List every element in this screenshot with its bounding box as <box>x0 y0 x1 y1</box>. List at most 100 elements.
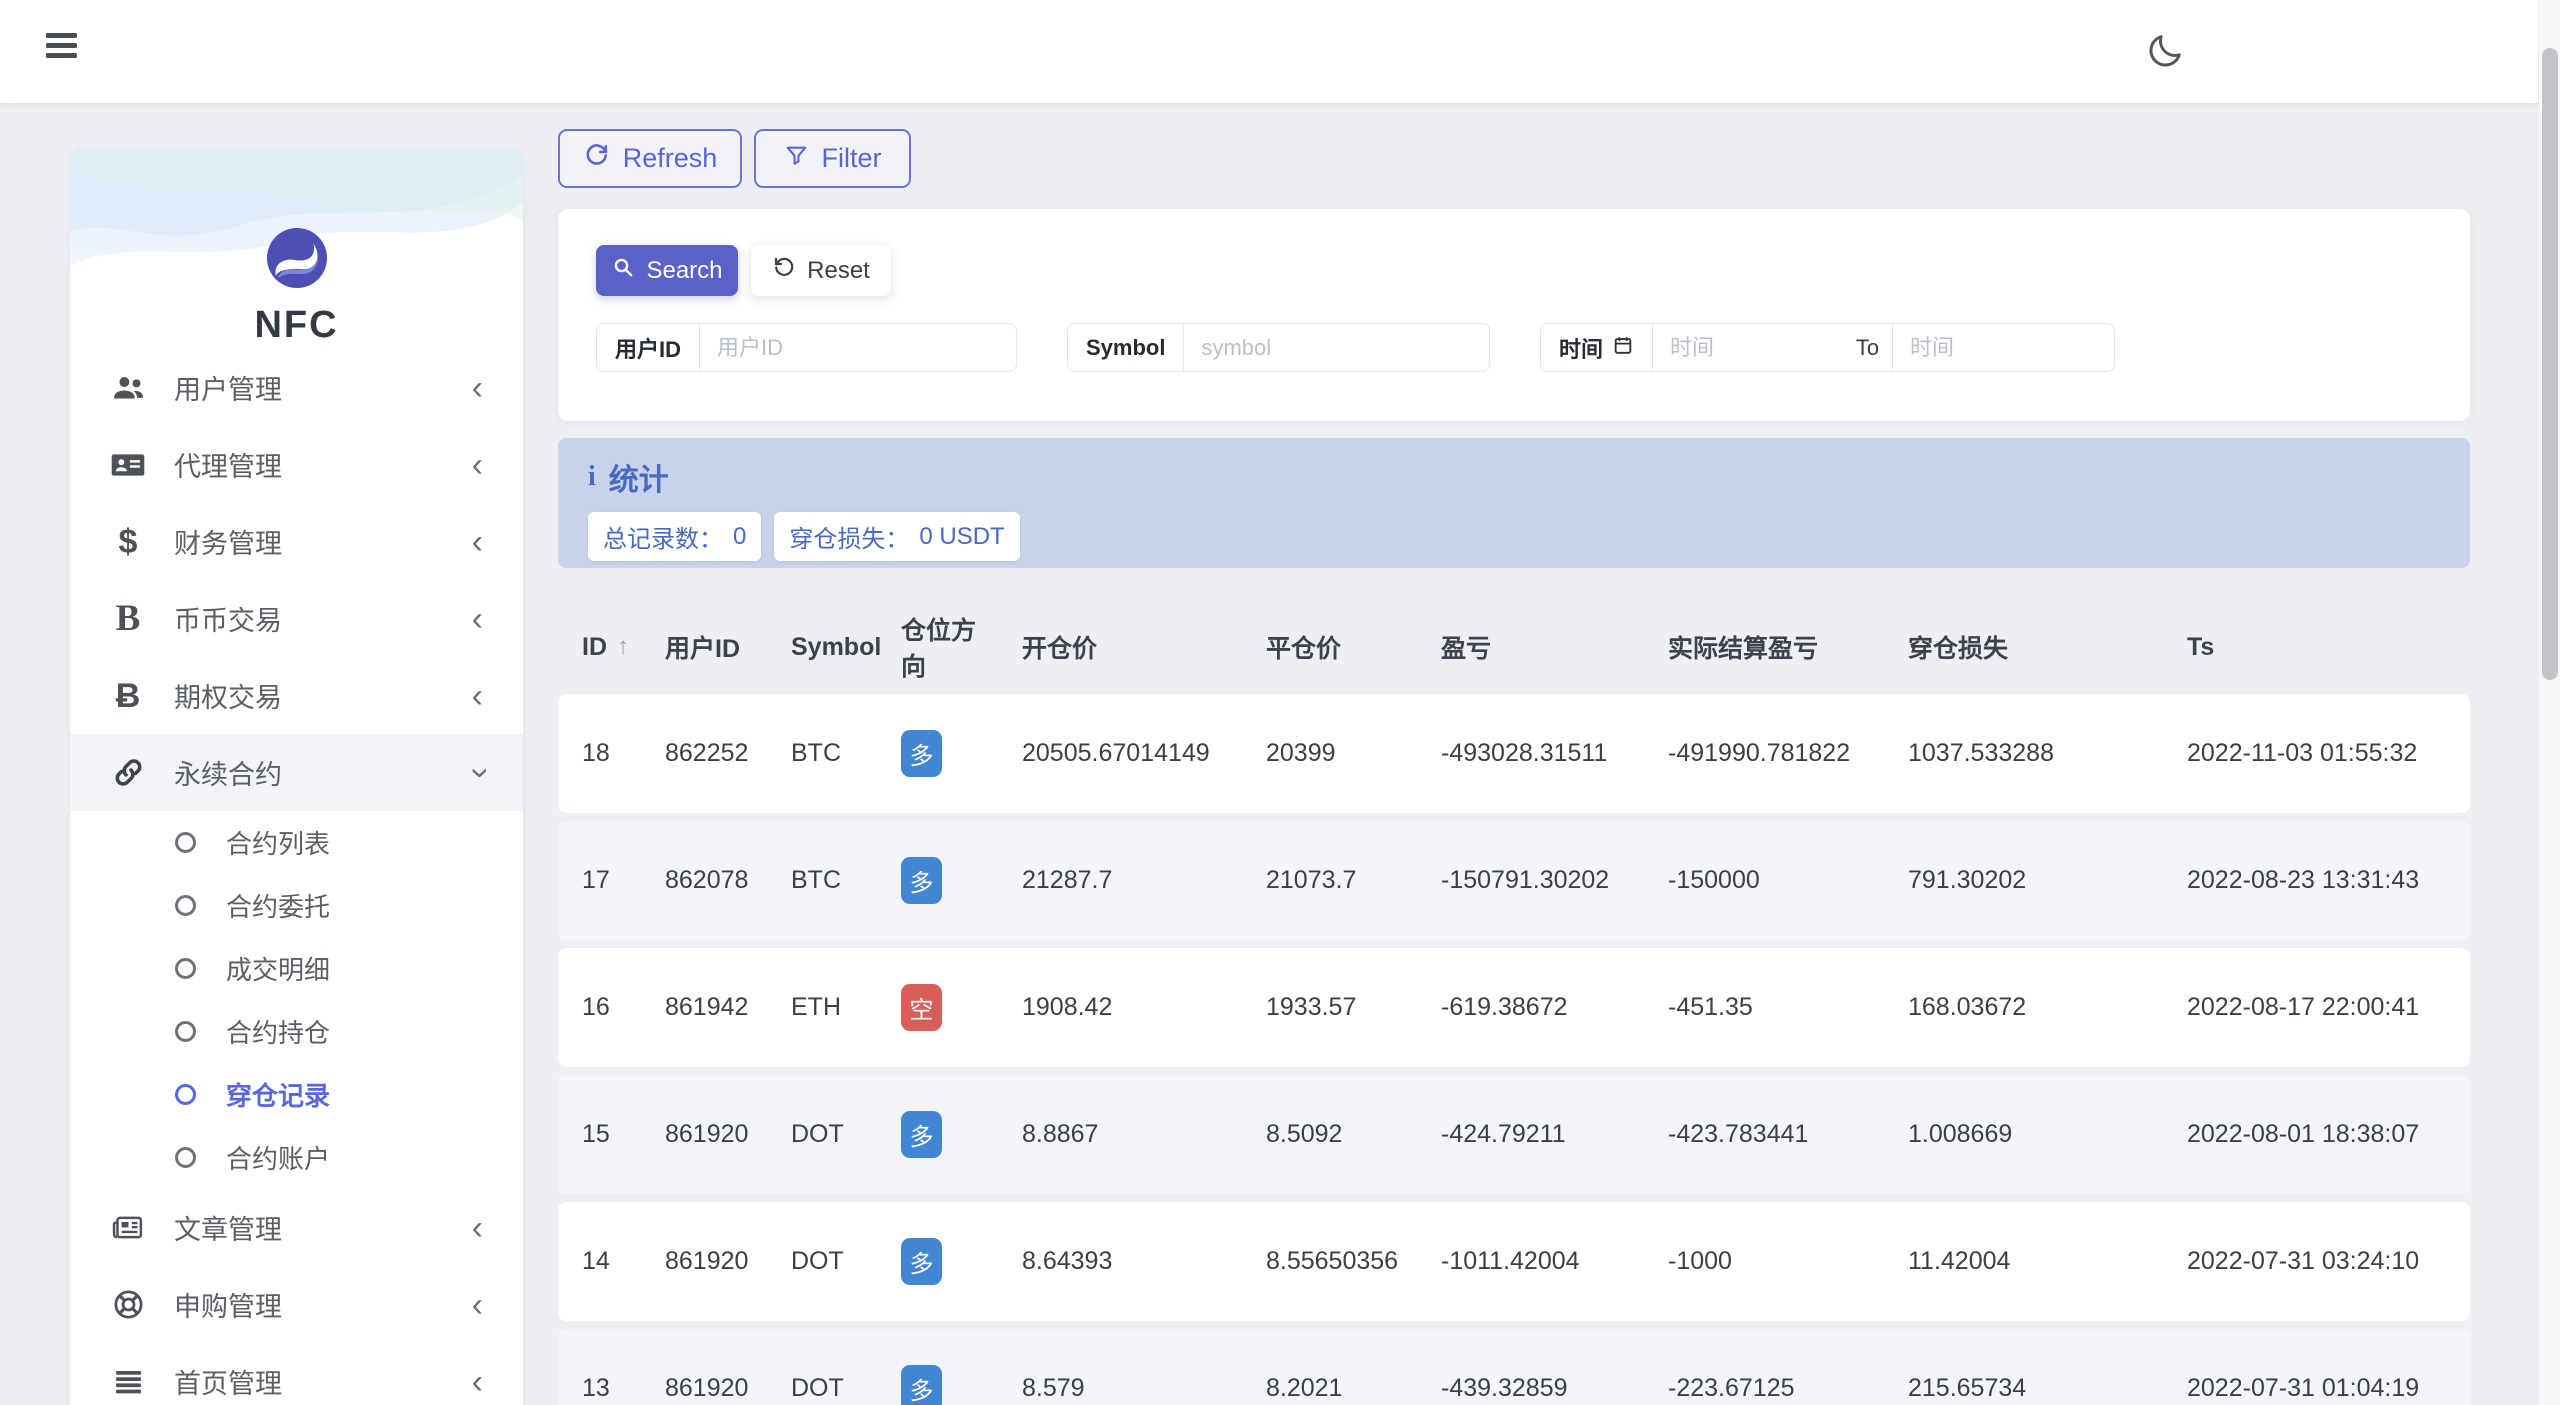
cell-timestamp: 2022-08-01 18:38:07 <box>2187 1120 2420 1148</box>
calendar-icon <box>1612 334 1634 362</box>
cell-timestamp: 2022-07-31 03:24:10 <box>2187 1247 2420 1275</box>
symbol-input[interactable] <box>1184 324 1489 371</box>
cell-symbol: BTC <box>791 866 841 894</box>
column-header[interactable]: 平仓价 ↑ <box>1266 629 1441 665</box>
time-from-input[interactable] <box>1653 324 1844 371</box>
cell-id: 18 <box>582 739 610 767</box>
sidebar-menu-item[interactable]: 永续合约 ‹ <box>70 734 523 811</box>
submenu-circle-icon <box>175 1021 196 1042</box>
sidebar-menu-item[interactable]: Ƀ 期权交易 ‹ <box>70 657 523 734</box>
user-id-input[interactable] <box>700 324 1016 371</box>
column-header-label: Symbol <box>791 632 882 661</box>
direction-badge: 多 <box>901 1111 942 1158</box>
chevron-icon: ‹ <box>471 1285 483 1324</box>
time-range-separator: To <box>1843 324 1894 371</box>
cell-direction: 空 <box>901 984 1022 1031</box>
column-header[interactable]: Ts ↑ <box>2187 633 2470 662</box>
submenu-circle-icon <box>175 1147 196 1168</box>
search-button[interactable]: Search <box>596 245 738 296</box>
sidebar-menu-item[interactable]: 穿仓记录 ‹ <box>70 1063 523 1126</box>
cell-close-price: 8.2021 <box>1266 1374 1343 1402</box>
chevron-icon: ‹ <box>471 522 483 561</box>
column-header[interactable]: Symbol ↑ <box>791 633 901 662</box>
stat-badge-value: 0 <box>733 522 747 550</box>
menu-item-label: 文章管理 <box>174 1215 282 1245</box>
chevron-icon: ‹ <box>471 599 483 638</box>
refresh-button[interactable]: Refresh <box>558 129 742 188</box>
cell-close-price: 1933.57 <box>1266 993 1357 1021</box>
column-header-label: 仓位方向 <box>901 617 977 681</box>
column-header-label: 实际结算盈亏 <box>1668 635 1819 663</box>
sidebar-menu: 用户管理 ‹ 代理管理 ‹ $ 财务管理 ‹ B 币币交易 ‹ Ƀ 期权交易 ‹… <box>70 349 523 1405</box>
cell-settle-pnl: -223.67125 <box>1668 1374 1795 1402</box>
sidebar-menu-item[interactable]: 合约持仓 ‹ <box>70 1000 523 1063</box>
menu-item-label: 用户管理 <box>174 375 282 405</box>
sidebar-menu-item[interactable]: 成交明细 ‹ <box>70 937 523 1000</box>
undo-icon <box>772 255 796 286</box>
sidebar-menu-item[interactable]: 首页管理 ‹ <box>70 1343 523 1405</box>
cell-close-price: 8.5092 <box>1266 1120 1343 1148</box>
user-id-field-group: 用户ID <box>596 323 1017 372</box>
moon-icon[interactable] <box>2144 30 2188 74</box>
cell-open-price: 21287.7 <box>1022 866 1113 894</box>
logo-text: NFC <box>254 304 339 346</box>
cell-pnl: -424.79211 <box>1441 1120 1566 1148</box>
column-header[interactable]: 盈亏 ↑ <box>1441 629 1668 665</box>
toolbar: Refresh Filter <box>558 129 2470 188</box>
sidebar-menu-item[interactable]: 合约列表 ‹ <box>70 811 523 874</box>
cell-user-id: 861920 <box>665 1374 749 1402</box>
table-row[interactable]: 18 862252 BTC 多 20505.67014149 20399 -49… <box>558 694 2470 813</box>
cell-user-id: 861942 <box>665 993 749 1021</box>
column-header[interactable]: 开仓价 ↑ <box>1022 629 1266 665</box>
table-row[interactable]: 14 861920 DOT 多 8.64393 8.55650356 -1011… <box>558 1202 2470 1321</box>
chevron-icon: ‹ <box>471 445 483 484</box>
submenu-circle-icon <box>175 895 196 916</box>
cell-user-id: 861920 <box>665 1247 749 1275</box>
column-header-label: Ts <box>2187 632 2215 661</box>
table-row[interactable]: 15 861920 DOT 多 8.8867 8.5092 -424.79211… <box>558 1075 2470 1194</box>
sidebar-menu-item[interactable]: 代理管理 ‹ <box>70 426 523 503</box>
hamburger-icon[interactable] <box>46 33 80 63</box>
chevron-icon: ‹ <box>471 368 483 407</box>
submenu-circle-icon <box>175 832 196 853</box>
cell-timestamp: 2022-07-31 01:04:19 <box>2187 1374 2420 1402</box>
main-content: Refresh Filter Search Reset 用户ID Symbol <box>558 129 2470 1405</box>
column-header[interactable]: 穿仓损失 ↑ <box>1908 629 2187 665</box>
sidebar-menu-item[interactable]: 文章管理 ‹ <box>70 1189 523 1266</box>
column-header-label: 平仓价 <box>1266 635 1342 663</box>
cell-timestamp: 2022-08-17 22:00:41 <box>2187 993 2420 1021</box>
cell-settle-pnl: -1000 <box>1668 1247 1732 1275</box>
filter-button[interactable]: Filter <box>754 129 911 188</box>
sidebar-menu-item[interactable]: 申购管理 ‹ <box>70 1266 523 1343</box>
table-row[interactable]: 13 861920 DOT 多 8.579 8.2021 -439.32859 … <box>558 1329 2470 1405</box>
cell-loss: 215.65734 <box>1908 1374 2027 1402</box>
direction-badge: 空 <box>901 984 942 1031</box>
column-header-label: 穿仓损失 <box>1908 635 2009 663</box>
sidebar-menu-item[interactable]: B 币币交易 ‹ <box>70 580 523 657</box>
time-range-field-group: 时间 To <box>1540 323 2115 372</box>
bitcoin-icon: Ƀ <box>115 676 141 715</box>
cell-direction: 多 <box>901 1238 1022 1285</box>
sidebar-menu-item[interactable]: 合约账户 ‹ <box>70 1126 523 1189</box>
table-header: ID ↑ 用户ID ↑ Symbol ↑ 仓位方向 ↑ 开仓价 ↑ 平仓价 ↑ … <box>558 604 2470 690</box>
column-header[interactable]: ID ↑ <box>582 633 665 662</box>
column-header[interactable]: 用户ID ↑ <box>665 629 791 665</box>
symbol-field-group: Symbol <box>1067 323 1490 372</box>
cell-id: 17 <box>582 866 610 894</box>
table-row[interactable]: 17 862078 BTC 多 21287.7 21073.7 -150791.… <box>558 821 2470 940</box>
vertical-scrollbar-thumb[interactable] <box>2542 48 2558 680</box>
cell-open-price: 20505.67014149 <box>1022 739 1210 767</box>
column-header[interactable]: 仓位方向 ↑ <box>901 611 1022 683</box>
cell-id: 16 <box>582 993 610 1021</box>
sidebar-menu-item[interactable]: $ 财务管理 ‹ <box>70 503 523 580</box>
cell-close-price: 8.55650356 <box>1266 1247 1399 1275</box>
stat-badge: 总记录数： 0 <box>588 512 762 561</box>
time-to-input[interactable] <box>1893 324 2114 371</box>
column-header[interactable]: 实际结算盈亏 ↑ <box>1668 629 1908 665</box>
reset-button[interactable]: Reset <box>751 245 891 296</box>
info-icon: i <box>588 461 596 492</box>
filter-fields: 用户ID Symbol 时间 To <box>596 323 2470 372</box>
table-row[interactable]: 16 861942 ETH 空 1908.42 1933.57 -619.386… <box>558 948 2470 1067</box>
cell-loss: 1.008669 <box>1908 1120 2013 1148</box>
sidebar-menu-item[interactable]: 合约委托 ‹ <box>70 874 523 937</box>
